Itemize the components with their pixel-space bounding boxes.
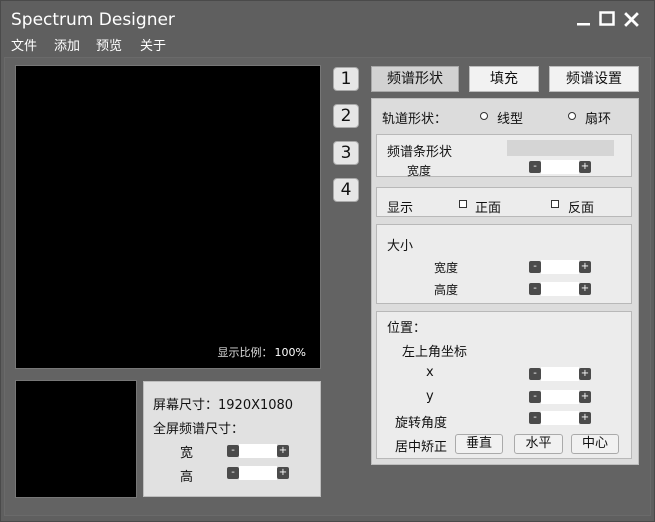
rotation-label: 旋转角度 <box>395 416 448 431</box>
step-tab-1[interactable]: 1 <box>333 67 359 91</box>
track-ring-label: 扇环 <box>585 112 612 127</box>
plus-icon[interactable]: + <box>579 261 591 273</box>
size-height-field[interactable] <box>541 282 579 296</box>
menu-file[interactable]: 文件 <box>11 35 37 54</box>
vertical-center-button[interactable]: 垂直 <box>455 434 503 454</box>
menu-add[interactable]: 添加 <box>54 35 80 54</box>
plus-icon[interactable]: + <box>579 161 591 173</box>
track-ring-radio[interactable] <box>568 112 576 120</box>
minus-icon[interactable]: - <box>529 368 541 380</box>
step-tab-2[interactable]: 2 <box>333 104 359 128</box>
center-correction-label: 居中矫正 <box>395 440 448 455</box>
display-back-label: 反面 <box>568 201 595 216</box>
track-shape-label: 轨道形状： <box>382 112 448 127</box>
plus-icon[interactable]: + <box>277 467 289 479</box>
minimize-icon[interactable] <box>576 11 592 31</box>
ratio-value: 100% <box>274 346 306 359</box>
tab-spectrum-shape[interactable]: 频谱形状 <box>371 66 459 92</box>
display-ratio: 显示比例： 100% <box>218 344 306 360</box>
x-field[interactable] <box>541 367 579 381</box>
step-tab-3[interactable]: 3 <box>333 141 359 165</box>
minus-icon[interactable]: - <box>529 161 541 173</box>
y-stepper[interactable]: - + <box>529 390 591 404</box>
plus-icon[interactable]: + <box>579 391 591 403</box>
position-label: 位置： <box>387 321 427 336</box>
minus-icon[interactable]: - <box>529 283 541 295</box>
menu-about[interactable]: 关于 <box>140 35 166 54</box>
window-title: Spectrum Designer <box>11 10 175 30</box>
display-label: 显示 <box>387 201 414 216</box>
center-button[interactable]: 中心 <box>571 434 619 454</box>
size-width-stepper[interactable]: - + <box>529 260 591 274</box>
close-icon[interactable] <box>623 11 640 32</box>
minus-icon[interactable]: - <box>227 445 239 457</box>
size-width-field[interactable] <box>541 260 579 274</box>
size-height-stepper[interactable]: - + <box>529 282 591 296</box>
x-label: x <box>426 365 434 380</box>
display-back-checkbox[interactable] <box>551 200 559 208</box>
bar-width-label: 宽度 <box>407 164 432 178</box>
bar-shape-selector[interactable] <box>507 140 614 156</box>
plus-icon[interactable]: + <box>579 412 591 424</box>
plus-icon[interactable]: + <box>277 445 289 457</box>
bar-width-field[interactable] <box>541 160 579 174</box>
fullscreen-width-stepper[interactable]: - + <box>227 444 289 458</box>
minus-icon[interactable]: - <box>529 261 541 273</box>
screen-info-panel: 屏幕尺寸：1920X1080 全屏频谱尺寸： 宽 - + 高 - + <box>143 381 321 497</box>
ratio-label: 显示比例： <box>217 346 273 359</box>
tab-spectrum-settings[interactable]: 频谱设置 <box>549 66 639 92</box>
plus-icon[interactable]: + <box>579 283 591 295</box>
x-stepper[interactable]: - + <box>529 367 591 381</box>
fullscreen-height-label: 高 <box>180 470 194 485</box>
rotation-field[interactable] <box>541 411 579 425</box>
horizontal-center-button[interactable]: 水平 <box>514 434 563 454</box>
size-width-label: 宽度 <box>434 261 459 275</box>
fullscreen-width-label: 宽 <box>180 446 194 461</box>
screen-size-label: 屏幕尺寸：1920X1080 <box>153 398 294 413</box>
rotation-stepper[interactable]: - + <box>529 411 591 425</box>
track-linear-label: 线型 <box>497 112 524 127</box>
minus-icon[interactable]: - <box>227 467 239 479</box>
menu-preview[interactable]: 预览 <box>96 35 122 54</box>
minus-icon[interactable]: - <box>529 412 541 424</box>
spectrum-preview[interactable]: 显示比例： 100% <box>15 65 321 369</box>
display-front-label: 正面 <box>475 201 502 216</box>
minus-icon[interactable]: - <box>529 391 541 403</box>
display-front-checkbox[interactable] <box>459 200 467 208</box>
tab-fill[interactable]: 填充 <box>469 66 539 92</box>
y-field[interactable] <box>541 390 579 404</box>
step-tab-4[interactable]: 4 <box>333 178 359 202</box>
size-label: 大小 <box>387 239 414 254</box>
plus-icon[interactable]: + <box>579 368 591 380</box>
y-label: y <box>426 389 434 404</box>
bar-shape-label: 频谱条形状 <box>387 145 453 160</box>
top-left-coord-label: 左上角坐标 <box>402 345 468 360</box>
fullscreen-height-stepper[interactable]: - + <box>227 466 289 480</box>
fullscreen-width-field[interactable] <box>239 444 277 458</box>
app-window: Spectrum Designer 文件 添加 预览 关于 显示比例： 100% … <box>0 0 655 522</box>
size-group <box>376 224 632 304</box>
bar-width-stepper[interactable]: - + <box>529 160 591 174</box>
maximize-icon[interactable] <box>599 11 615 31</box>
fullscreen-height-field[interactable] <box>239 466 277 480</box>
fullscreen-size-label: 全屏频谱尺寸： <box>153 422 245 437</box>
thumbnail-preview <box>15 380 137 498</box>
size-height-label: 高度 <box>434 283 459 297</box>
track-linear-radio[interactable] <box>480 112 488 120</box>
